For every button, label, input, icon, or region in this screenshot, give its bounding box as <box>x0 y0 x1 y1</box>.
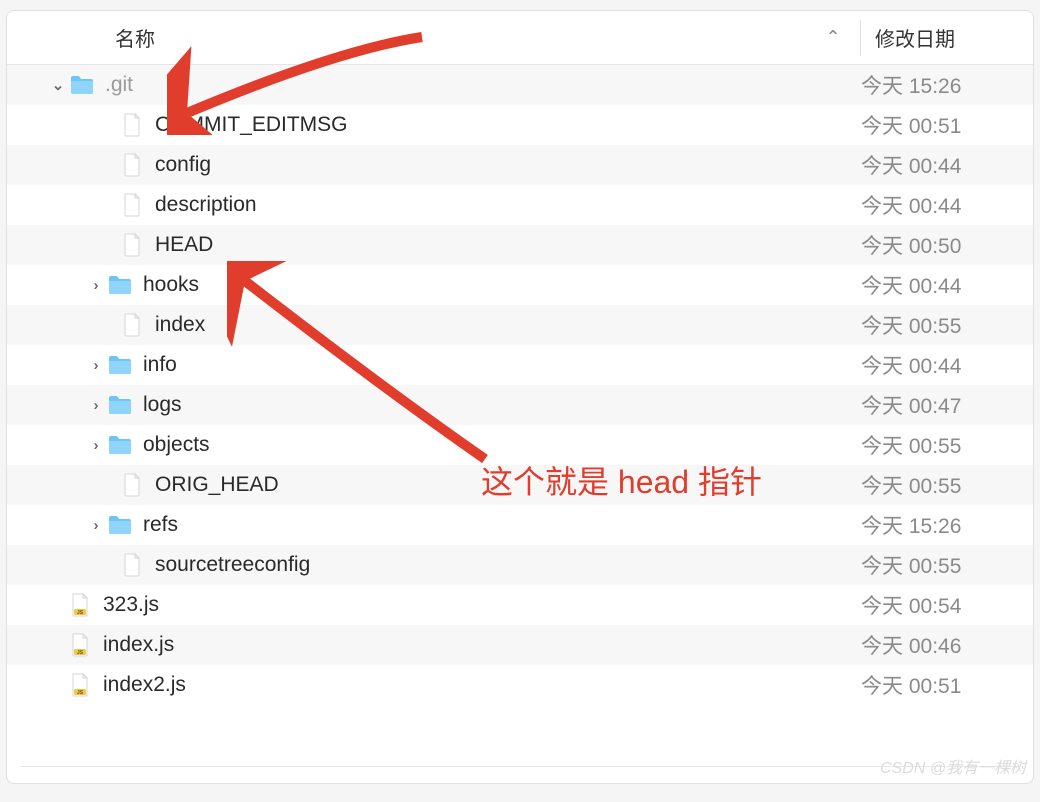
watermark: CSDN @我有一棵树 <box>880 754 1026 778</box>
folder-icon <box>107 433 133 457</box>
column-header-name[interactable]: 名称 <box>7 23 822 52</box>
file-row[interactable]: description 今天 00:44 <box>7 185 1033 225</box>
file-row[interactable]: › hooks 今天 00:44 <box>7 265 1033 305</box>
file-row[interactable]: HEAD 今天 00:50 <box>7 225 1033 265</box>
footer-divider <box>21 766 1019 767</box>
svg-text:JS: JS <box>77 650 84 656</box>
file-date: 今天 00:51 <box>861 670 1033 700</box>
file-row[interactable]: COMMIT_EDITMSG 今天 00:51 <box>7 105 1033 145</box>
folder-icon <box>69 73 95 97</box>
file-name: logs <box>143 393 182 417</box>
file-name: index2.js <box>103 673 186 697</box>
folder-icon <box>107 353 133 377</box>
file-icon <box>119 473 145 497</box>
file-icon <box>119 313 145 337</box>
file-name: sourcetreeconfig <box>155 553 310 577</box>
file-row[interactable]: index 今天 00:55 <box>7 305 1033 345</box>
chevron-right-icon[interactable]: › <box>87 517 105 534</box>
file-row[interactable]: JS index.js 今天 00:46 <box>7 625 1033 665</box>
file-row[interactable]: JS index2.js 今天 00:51 <box>7 665 1033 705</box>
file-icon <box>119 193 145 217</box>
annotation-text: 这个就是 head 指针 <box>481 457 762 503</box>
file-icon <box>119 553 145 577</box>
file-name: refs <box>143 513 178 537</box>
file-row[interactable]: sourcetreeconfig 今天 00:55 <box>7 545 1033 585</box>
file-row[interactable]: › refs 今天 15:26 <box>7 505 1033 545</box>
file-name: index <box>155 313 205 337</box>
file-date: 今天 15:26 <box>861 70 1033 100</box>
file-date: 今天 00:55 <box>861 550 1033 580</box>
file-name: ORIG_HEAD <box>155 473 279 497</box>
js-file-icon: JS <box>67 673 93 697</box>
chevron-down-icon[interactable]: ⌄ <box>49 76 67 94</box>
file-name: .git <box>105 73 133 97</box>
js-file-icon: JS <box>67 633 93 657</box>
file-name: 323.js <box>103 593 159 617</box>
folder-icon <box>107 393 133 417</box>
file-name: objects <box>143 433 210 457</box>
file-name: COMMIT_EDITMSG <box>155 113 348 137</box>
file-date: 今天 00:55 <box>861 430 1033 460</box>
file-icon <box>119 233 145 257</box>
file-date: 今天 00:47 <box>861 390 1033 420</box>
file-name: info <box>143 353 177 377</box>
file-row[interactable]: JS 323.js 今天 00:54 <box>7 585 1033 625</box>
file-name: hooks <box>143 273 199 297</box>
chevron-right-icon[interactable]: › <box>87 437 105 454</box>
folder-icon <box>107 273 133 297</box>
file-name: HEAD <box>155 233 213 257</box>
file-row[interactable]: ⌄ .git 今天 15:26 <box>7 65 1033 105</box>
file-browser-window: 名称 ⌃ 修改日期 ⌄ .git 今天 15:26 COMMIT_EDITMSG 今天 … <box>6 10 1034 784</box>
file-icon <box>119 153 145 177</box>
folder-icon <box>107 513 133 537</box>
file-icon <box>119 113 145 137</box>
file-date: 今天 00:55 <box>861 470 1033 500</box>
svg-text:JS: JS <box>77 690 84 696</box>
file-date: 今天 00:50 <box>861 230 1033 260</box>
file-date: 今天 00:46 <box>861 630 1033 660</box>
file-date: 今天 00:55 <box>861 310 1033 340</box>
file-name: index.js <box>103 633 174 657</box>
chevron-right-icon[interactable]: › <box>87 277 105 294</box>
file-date: 今天 00:51 <box>861 110 1033 140</box>
file-date: 今天 00:44 <box>861 150 1033 180</box>
file-date: 今天 00:44 <box>861 270 1033 300</box>
file-date: 今天 00:44 <box>861 350 1033 380</box>
column-header-row: 名称 ⌃ 修改日期 <box>7 11 1033 65</box>
file-row[interactable]: config 今天 00:44 <box>7 145 1033 185</box>
chevron-right-icon[interactable]: › <box>87 397 105 414</box>
chevron-right-icon[interactable]: › <box>87 357 105 374</box>
file-name: config <box>155 153 211 177</box>
svg-text:JS: JS <box>77 610 84 616</box>
js-file-icon: JS <box>67 593 93 617</box>
file-row[interactable]: › logs 今天 00:47 <box>7 385 1033 425</box>
file-list: ⌄ .git 今天 15:26 COMMIT_EDITMSG 今天 00:51 confi… <box>7 65 1033 705</box>
column-divider[interactable] <box>860 20 861 56</box>
file-date: 今天 00:44 <box>861 190 1033 220</box>
file-row[interactable]: › info 今天 00:44 <box>7 345 1033 385</box>
file-date: 今天 15:26 <box>861 510 1033 540</box>
file-name: description <box>155 193 257 217</box>
column-header-date[interactable]: 修改日期 <box>871 23 1033 52</box>
sort-indicator-icon[interactable]: ⌃ <box>822 27 850 48</box>
file-date: 今天 00:54 <box>861 590 1033 620</box>
